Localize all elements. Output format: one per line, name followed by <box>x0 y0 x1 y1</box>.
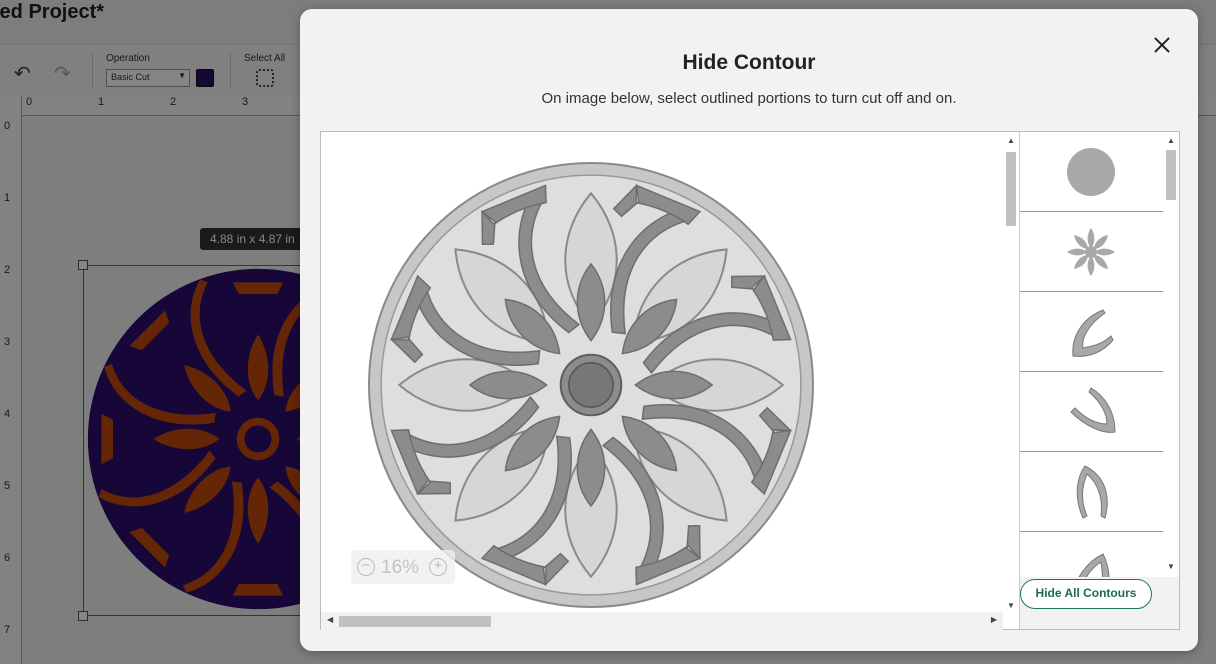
scroll-up-icon[interactable]: ▲ <box>1007 136 1015 145</box>
scroll-left-icon[interactable]: ◀ <box>327 615 333 624</box>
zoom-in-icon[interactable]: + <box>429 558 447 576</box>
scroll-right-icon[interactable]: ▶ <box>991 615 997 624</box>
preview-vertical-scrollbar[interactable]: ▲ ▼ <box>1003 132 1019 612</box>
scrollbar-thumb[interactable] <box>1006 152 1016 226</box>
contour-mandala-image[interactable] <box>367 160 815 610</box>
leaf-contour-icon <box>1076 465 1108 519</box>
zoom-level: 16% <box>381 557 420 578</box>
scroll-down-icon[interactable]: ▼ <box>1167 562 1175 571</box>
contour-item[interactable] <box>1020 452 1163 532</box>
dialog-instructions: On image below, select outlined portions… <box>541 90 957 107</box>
contour-item[interactable] <box>1020 532 1163 577</box>
contour-item[interactable] <box>1020 132 1163 212</box>
hide-all-contours-button[interactable]: Hide All Contours <box>1020 579 1152 609</box>
leaf-contour-icon <box>1072 309 1114 357</box>
leaf-contour-icon <box>1070 387 1116 433</box>
contour-item[interactable] <box>1020 372 1163 452</box>
contour-preview[interactable]: − 16% + <box>321 132 1003 612</box>
hide-contour-dialog: Hide Contour On image below, select outl… <box>300 9 1198 651</box>
contour-item[interactable] <box>1020 292 1163 372</box>
contour-list-panel: ▲ ▼ Hide All Contours <box>1019 132 1179 629</box>
contour-editor: − 16% + ▲ ▼ ◀ ▶ ▲ ▼ Hide All Contours <box>320 131 1180 630</box>
scroll-up-icon[interactable]: ▲ <box>1167 136 1175 145</box>
preview-horizontal-scrollbar[interactable]: ◀ ▶ <box>321 612 1003 630</box>
circle-contour-icon <box>1067 148 1115 196</box>
close-icon[interactable] <box>1148 31 1176 59</box>
contour-list <box>1020 132 1163 577</box>
zoom-out-icon[interactable]: − <box>357 558 375 576</box>
scroll-down-icon[interactable]: ▼ <box>1007 601 1015 610</box>
flower-contour-icon <box>1067 228 1115 276</box>
contour-item[interactable] <box>1020 212 1163 292</box>
leaf-contour-icon <box>1078 553 1110 577</box>
scrollbar-thumb[interactable] <box>339 616 491 627</box>
contour-list-scrollbar[interactable]: ▲ ▼ <box>1163 132 1179 577</box>
dialog-title: Hide Contour <box>682 51 816 74</box>
zoom-control: − 16% + <box>351 550 455 584</box>
scrollbar-thumb[interactable] <box>1166 150 1176 200</box>
